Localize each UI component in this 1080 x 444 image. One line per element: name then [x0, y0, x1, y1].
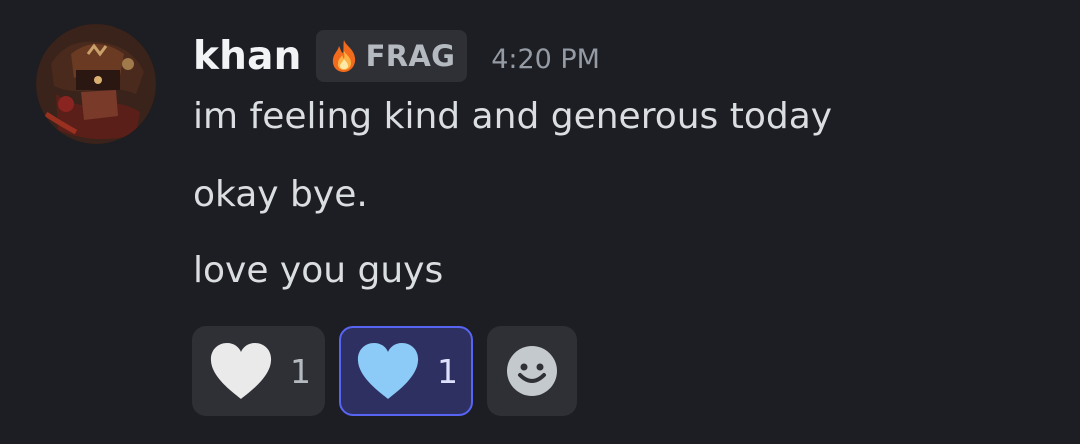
server-tag-label: FRAG	[365, 39, 456, 73]
reaction-count: 1	[290, 351, 311, 391]
chat-message: khan FRAG 4:20 PM im feeling kind and ge…	[0, 0, 1080, 444]
message-line: okay bye.	[193, 174, 368, 215]
reaction-count: 1	[437, 351, 458, 391]
server-tag[interactable]: FRAG	[315, 30, 468, 82]
avatar[interactable]	[36, 24, 156, 144]
username[interactable]: khan	[193, 34, 302, 79]
message-line: love you guys	[193, 250, 444, 291]
message-header: khan FRAG 4:20 PM	[193, 28, 600, 84]
reactions-bar: 1 1	[192, 326, 577, 416]
timestamp[interactable]: 4:20 PM	[491, 38, 600, 75]
reaction-blue-heart[interactable]: 1	[339, 326, 473, 416]
smiley-face-icon	[507, 346, 557, 396]
white-heart-icon	[210, 343, 272, 399]
flame-icon	[332, 40, 355, 72]
light-blue-heart-icon	[357, 343, 419, 399]
message-line: im feeling kind and generous today	[193, 96, 833, 137]
avatar-image	[36, 24, 156, 144]
reaction-white-heart[interactable]: 1	[192, 326, 325, 416]
add-reaction-button[interactable]	[487, 326, 577, 416]
